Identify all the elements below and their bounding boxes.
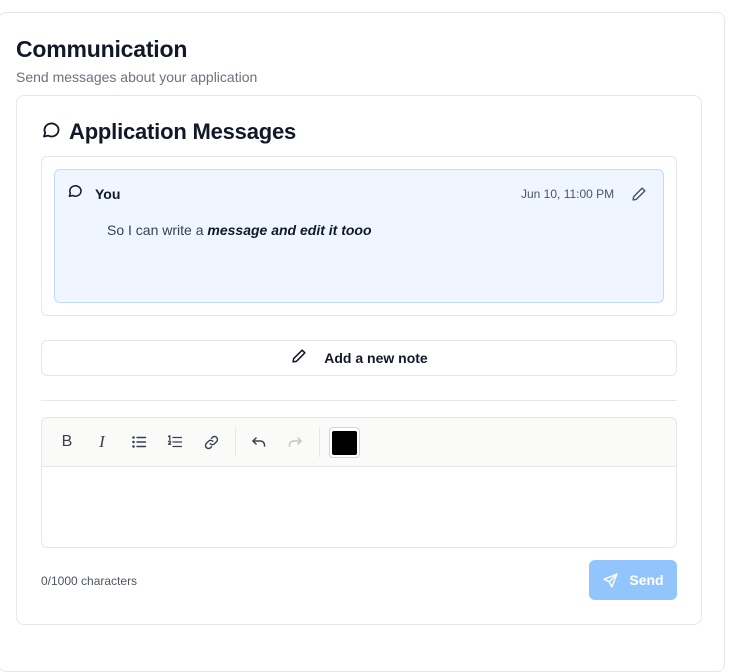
numbered-list-button[interactable]	[165, 432, 185, 452]
message-body-text: So I can write a	[107, 222, 208, 238]
section-header: Application Messages	[41, 119, 296, 145]
add-note-button[interactable]: Add a new note	[41, 340, 677, 376]
divider	[41, 400, 677, 401]
character-count: 0/1000 characters	[41, 574, 138, 588]
page-subtitle: Send messages about your application	[16, 69, 258, 85]
redo-button[interactable]	[285, 432, 305, 452]
pencil-icon	[632, 187, 646, 201]
page-title: Communication	[16, 36, 188, 62]
message-body: So I can write a message and edit it too…	[107, 222, 372, 238]
toolbar-separator	[319, 428, 320, 457]
redo-icon	[288, 437, 302, 447]
message-timestamp: Jun 10, 11:00 PM	[521, 187, 615, 201]
undo-button[interactable]	[249, 432, 269, 452]
pencil-icon	[290, 347, 308, 370]
text-color-picker[interactable]	[329, 427, 360, 458]
message-input[interactable]	[42, 467, 676, 547]
text-color-swatch	[332, 430, 357, 455]
message-body-emphasis: message and edit it tooo	[207, 222, 372, 238]
bold-icon: B	[61, 433, 73, 450]
undo-icon	[252, 437, 266, 447]
add-note-label: Add a new note	[324, 350, 428, 366]
section-title: Application Messages	[69, 119, 297, 144]
bullet-list-icon	[132, 436, 147, 448]
message-author: You	[95, 186, 121, 202]
send-icon	[603, 572, 618, 588]
message-bubble-icon	[67, 183, 83, 204]
editor-toolbar: B I	[42, 418, 676, 467]
bullet-list-button[interactable]	[129, 432, 149, 452]
send-label: Send	[629, 572, 664, 588]
message-editor: B I	[41, 417, 677, 548]
numbered-list-icon	[167, 435, 183, 448]
toolbar-separator	[235, 428, 236, 457]
italic-icon: I	[99, 432, 105, 451]
italic-button[interactable]: I	[92, 432, 112, 452]
bold-button[interactable]: B	[57, 432, 77, 452]
edit-message-button[interactable]	[630, 185, 648, 208]
link-icon	[204, 435, 218, 449]
send-button[interactable]: Send	[589, 560, 677, 600]
message-bubble-icon	[41, 120, 61, 145]
link-button[interactable]	[201, 432, 221, 452]
